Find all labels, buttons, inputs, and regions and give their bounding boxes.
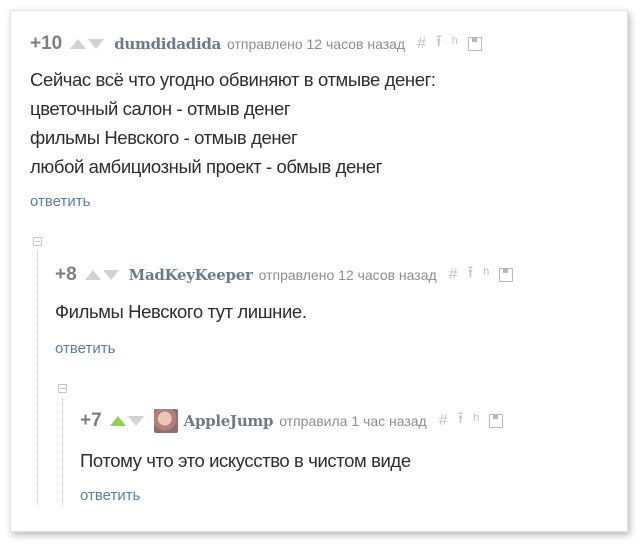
comment-header: +7 AppleJump отправила 1 час назад # ⭱ ʰ (80, 407, 504, 434)
downvote-icon[interactable] (127, 415, 144, 426)
hash-icon[interactable]: # (439, 412, 448, 430)
upvote-icon[interactable] (84, 269, 101, 280)
collapse-icon[interactable] (58, 384, 67, 393)
save-icon[interactable] (489, 413, 504, 428)
comment-line: Сейчас всё что угодно обвиняют в отмыве … (30, 69, 436, 90)
downvote-icon[interactable] (88, 38, 105, 49)
pin-icon[interactable]: ⭱ (458, 407, 464, 434)
branch-icon[interactable]: ʰ (483, 266, 489, 284)
comment-rating: +8 (55, 263, 77, 285)
comment-timestamp[interactable]: отправлено 12 часов назад (259, 267, 437, 283)
comment-line: любой амбициозный проект - обмыв денег (30, 156, 382, 177)
comment-body: Сейчас всё что угодно обвиняют в отмыве … (30, 65, 436, 181)
comment-body: Потому что это искусство в чистом виде (80, 446, 411, 475)
branch-icon[interactable]: ʰ (452, 35, 458, 53)
comment-line: Потому что это искусство в чистом виде (80, 450, 411, 471)
collapse-icon[interactable] (33, 237, 42, 246)
comment-author[interactable]: dumdidadida (114, 35, 221, 53)
comment-timestamp[interactable]: отправила 1 час назад (279, 413, 427, 429)
comment-line: цветочный салон - отмыв денег (30, 98, 291, 119)
comment-rating: +7 (80, 409, 102, 431)
downvote-icon[interactable] (102, 269, 119, 280)
thread-line[interactable] (37, 251, 38, 506)
thread-line[interactable] (62, 398, 63, 506)
branch-icon[interactable]: ʰ (473, 412, 479, 430)
pin-icon[interactable]: ⭱ (468, 261, 474, 288)
comment-header: +10 dumdidadida отправлено 12 часов наза… (30, 30, 482, 57)
comment-line: Фильмы Невского тут лишние. (55, 301, 307, 322)
comment-header: +8 MadKeyKeeper отправлено 12 часов наза… (55, 261, 514, 288)
reply-link[interactable]: ответить (80, 487, 140, 504)
hash-icon[interactable]: # (449, 266, 458, 284)
comment-author[interactable]: AppleJump (184, 412, 274, 430)
reply-link[interactable]: ответить (30, 193, 90, 210)
save-icon[interactable] (467, 36, 482, 51)
comment-rating: +10 (30, 32, 63, 54)
comment-body: Фильмы Невского тут лишние. (55, 297, 307, 326)
avatar[interactable] (153, 408, 178, 433)
comment-timestamp[interactable]: отправлено 12 часов назад (227, 36, 405, 52)
hash-icon[interactable]: # (417, 35, 426, 53)
upvote-icon[interactable] (109, 415, 126, 426)
save-icon[interactable] (499, 267, 514, 282)
comment-line: фильмы Невского - отмыв денег (30, 127, 298, 148)
comment-author[interactable]: MadKeyKeeper (129, 266, 253, 284)
pin-icon[interactable]: ⭱ (436, 30, 442, 57)
reply-link[interactable]: ответить (55, 340, 115, 357)
upvote-icon[interactable] (70, 38, 87, 49)
